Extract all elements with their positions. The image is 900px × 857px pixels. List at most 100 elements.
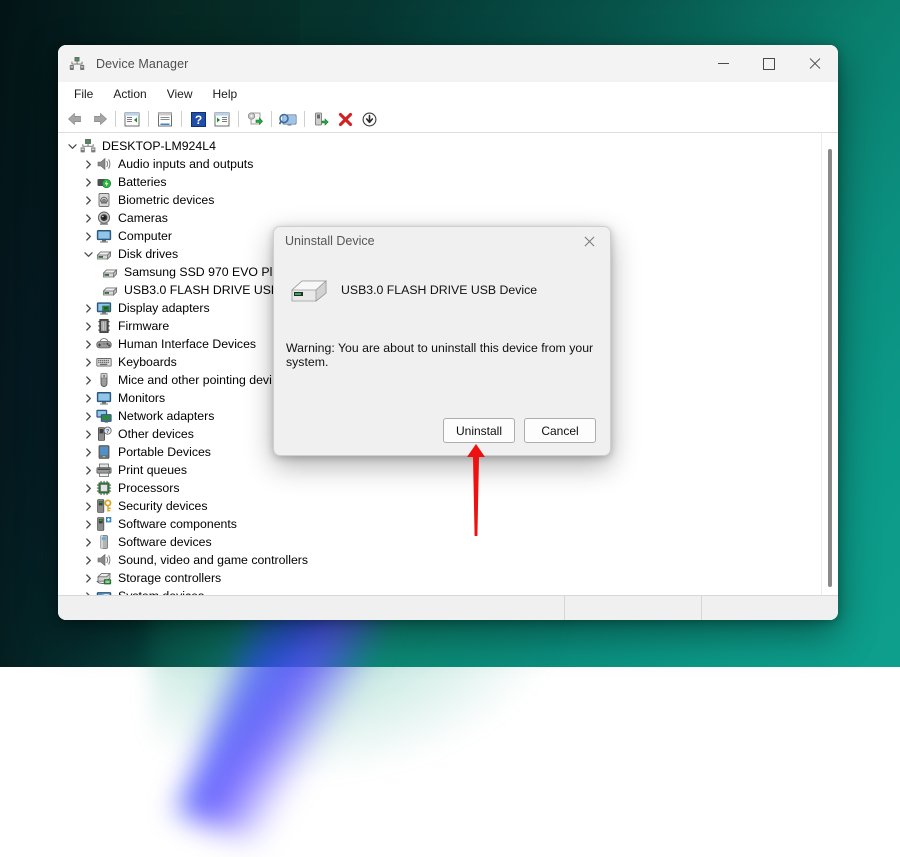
- tree-row-print-queues[interactable]: Print queues: [58, 461, 816, 479]
- tree-row-audio-inputs-and-outputs[interactable]: Audio inputs and outputs: [58, 155, 816, 173]
- processor-icon: [96, 480, 112, 496]
- toolbar-separator: [271, 111, 272, 127]
- printer-icon: [96, 463, 112, 477]
- chevron-right-icon[interactable]: [80, 357, 96, 367]
- storage-controller-icon: [96, 570, 112, 586]
- tree-row-storage-controllers[interactable]: Storage controllers: [58, 569, 816, 587]
- tree-row-biometric-devices[interactable]: Biometric devices: [58, 191, 816, 209]
- tree-row-label: DESKTOP-LM924L4: [102, 138, 216, 153]
- chevron-right-icon[interactable]: [80, 483, 96, 493]
- minimize-button[interactable]: [700, 45, 746, 82]
- enable-device-button[interactable]: [309, 108, 333, 130]
- uninstall-device-button[interactable]: [333, 108, 357, 130]
- tree-row-root[interactable]: DESKTOP-LM924L4: [58, 137, 816, 155]
- chevron-right-icon[interactable]: [80, 411, 96, 421]
- toolbar-separator: [238, 111, 239, 127]
- tree-row-label: Computer: [118, 228, 172, 243]
- chevron-down-icon[interactable]: [64, 142, 80, 151]
- chevron-right-icon[interactable]: [80, 375, 96, 385]
- chevron-right-icon[interactable]: [80, 321, 96, 331]
- statusbar-cell-3: [701, 596, 838, 620]
- chevron-right-icon[interactable]: [80, 195, 96, 205]
- dialog-footer: Uninstall Cancel: [274, 418, 610, 443]
- vertical-scrollbar[interactable]: [821, 133, 838, 595]
- tree-row-software-devices[interactable]: Software devices: [58, 533, 816, 551]
- firmware-chip-icon: [98, 319, 110, 333]
- chevron-right-icon[interactable]: [80, 429, 96, 439]
- red-up-arrow-annotation: [465, 444, 487, 536]
- menu-item-file[interactable]: File: [64, 84, 103, 104]
- chevron-right-icon[interactable]: [80, 537, 96, 547]
- tree-row-cameras[interactable]: Cameras: [58, 209, 816, 227]
- menu-item-view[interactable]: View: [157, 84, 203, 104]
- update-driver-button[interactable]: [243, 108, 267, 130]
- show-hide-action-pane-button[interactable]: [210, 108, 234, 130]
- tree-row-system-devices[interactable]: System devices: [58, 587, 816, 595]
- toolbar-separator: [181, 111, 182, 127]
- dialog-title: Uninstall Device: [285, 234, 375, 248]
- scan-for-hardware-changes-button[interactable]: [276, 108, 300, 130]
- disk-drive-icon: [102, 282, 118, 298]
- unknown-device-icon: ?: [96, 426, 112, 442]
- menu-item-help[interactable]: Help: [203, 84, 248, 104]
- tree-row-label: Disk drives: [118, 246, 179, 261]
- maximize-button[interactable]: [746, 45, 792, 82]
- tree-row-label: Print queues: [118, 462, 188, 477]
- tree-row-label: Audio inputs and outputs: [118, 156, 254, 171]
- tree-row-sound-video-and-game-controllers[interactable]: Sound, video and game controllers: [58, 551, 816, 569]
- menubar: File Action View Help: [58, 82, 838, 106]
- disable-device-button[interactable]: [357, 108, 381, 130]
- scrollbar-thumb[interactable]: [828, 149, 832, 587]
- uninstall-button[interactable]: Uninstall: [443, 418, 515, 443]
- menu-item-action[interactable]: Action: [103, 84, 156, 104]
- speaker-icon: [96, 552, 112, 568]
- tree-row-label: Firmware: [118, 318, 170, 333]
- tree-row-processors[interactable]: Processors: [58, 479, 816, 497]
- tree-row-security-devices[interactable]: Security devices: [58, 497, 816, 515]
- dialog-titlebar[interactable]: Uninstall Device: [274, 227, 610, 255]
- chevron-right-icon[interactable]: [80, 393, 96, 403]
- tree-row-label: System devices: [118, 590, 204, 595]
- dialog-close-button[interactable]: [568, 227, 610, 255]
- firmware-chip-icon: [96, 318, 112, 334]
- tree-row-label: Sound, video and game controllers: [118, 552, 309, 567]
- window-titlebar[interactable]: Device Manager: [58, 45, 838, 82]
- monitor-icon: [96, 228, 112, 244]
- chevron-right-icon[interactable]: [80, 231, 96, 241]
- help-button[interactable]: ?: [186, 108, 210, 130]
- disable-device-icon: [362, 112, 376, 126]
- forward-icon: [93, 112, 107, 126]
- tree-row-software-components[interactable]: Software components: [58, 515, 816, 533]
- svg-text:?: ?: [106, 429, 110, 435]
- chevron-right-icon[interactable]: [80, 303, 96, 313]
- show-hide-console-tree-button[interactable]: [120, 108, 144, 130]
- chevron-right-icon[interactable]: [80, 591, 96, 595]
- cancel-button[interactable]: Cancel: [524, 418, 596, 443]
- tree-row-label: Samsung SSD 970 EVO Plu: [124, 264, 280, 279]
- camera-icon: [96, 210, 112, 226]
- forward-button[interactable]: [87, 108, 111, 130]
- system-device-icon: [96, 592, 112, 595]
- chevron-right-icon[interactable]: [80, 447, 96, 457]
- system-device-icon: [96, 588, 112, 595]
- close-button[interactable]: [792, 45, 838, 82]
- chevron-down-icon[interactable]: [80, 250, 96, 259]
- close-icon: [584, 236, 595, 247]
- chevron-right-icon[interactable]: [80, 339, 96, 349]
- chevron-right-icon[interactable]: [80, 465, 96, 475]
- chevron-right-icon[interactable]: [80, 555, 96, 565]
- printer-icon: [96, 462, 112, 478]
- chevron-right-icon[interactable]: [80, 213, 96, 223]
- back-button[interactable]: [63, 108, 87, 130]
- unknown-device-icon: ?: [98, 426, 112, 441]
- chevron-right-icon[interactable]: [80, 177, 96, 187]
- properties-button[interactable]: [153, 108, 177, 130]
- chevron-right-icon[interactable]: [80, 501, 96, 511]
- chevron-right-icon[interactable]: [80, 573, 96, 583]
- chevron-right-icon[interactable]: [80, 519, 96, 529]
- tree-row-label: Security devices: [118, 498, 208, 513]
- update-driver-icon: [247, 111, 263, 125]
- software-device-icon: [100, 535, 108, 549]
- tree-row-batteries[interactable]: Batteries: [58, 173, 816, 191]
- chevron-right-icon[interactable]: [80, 159, 96, 169]
